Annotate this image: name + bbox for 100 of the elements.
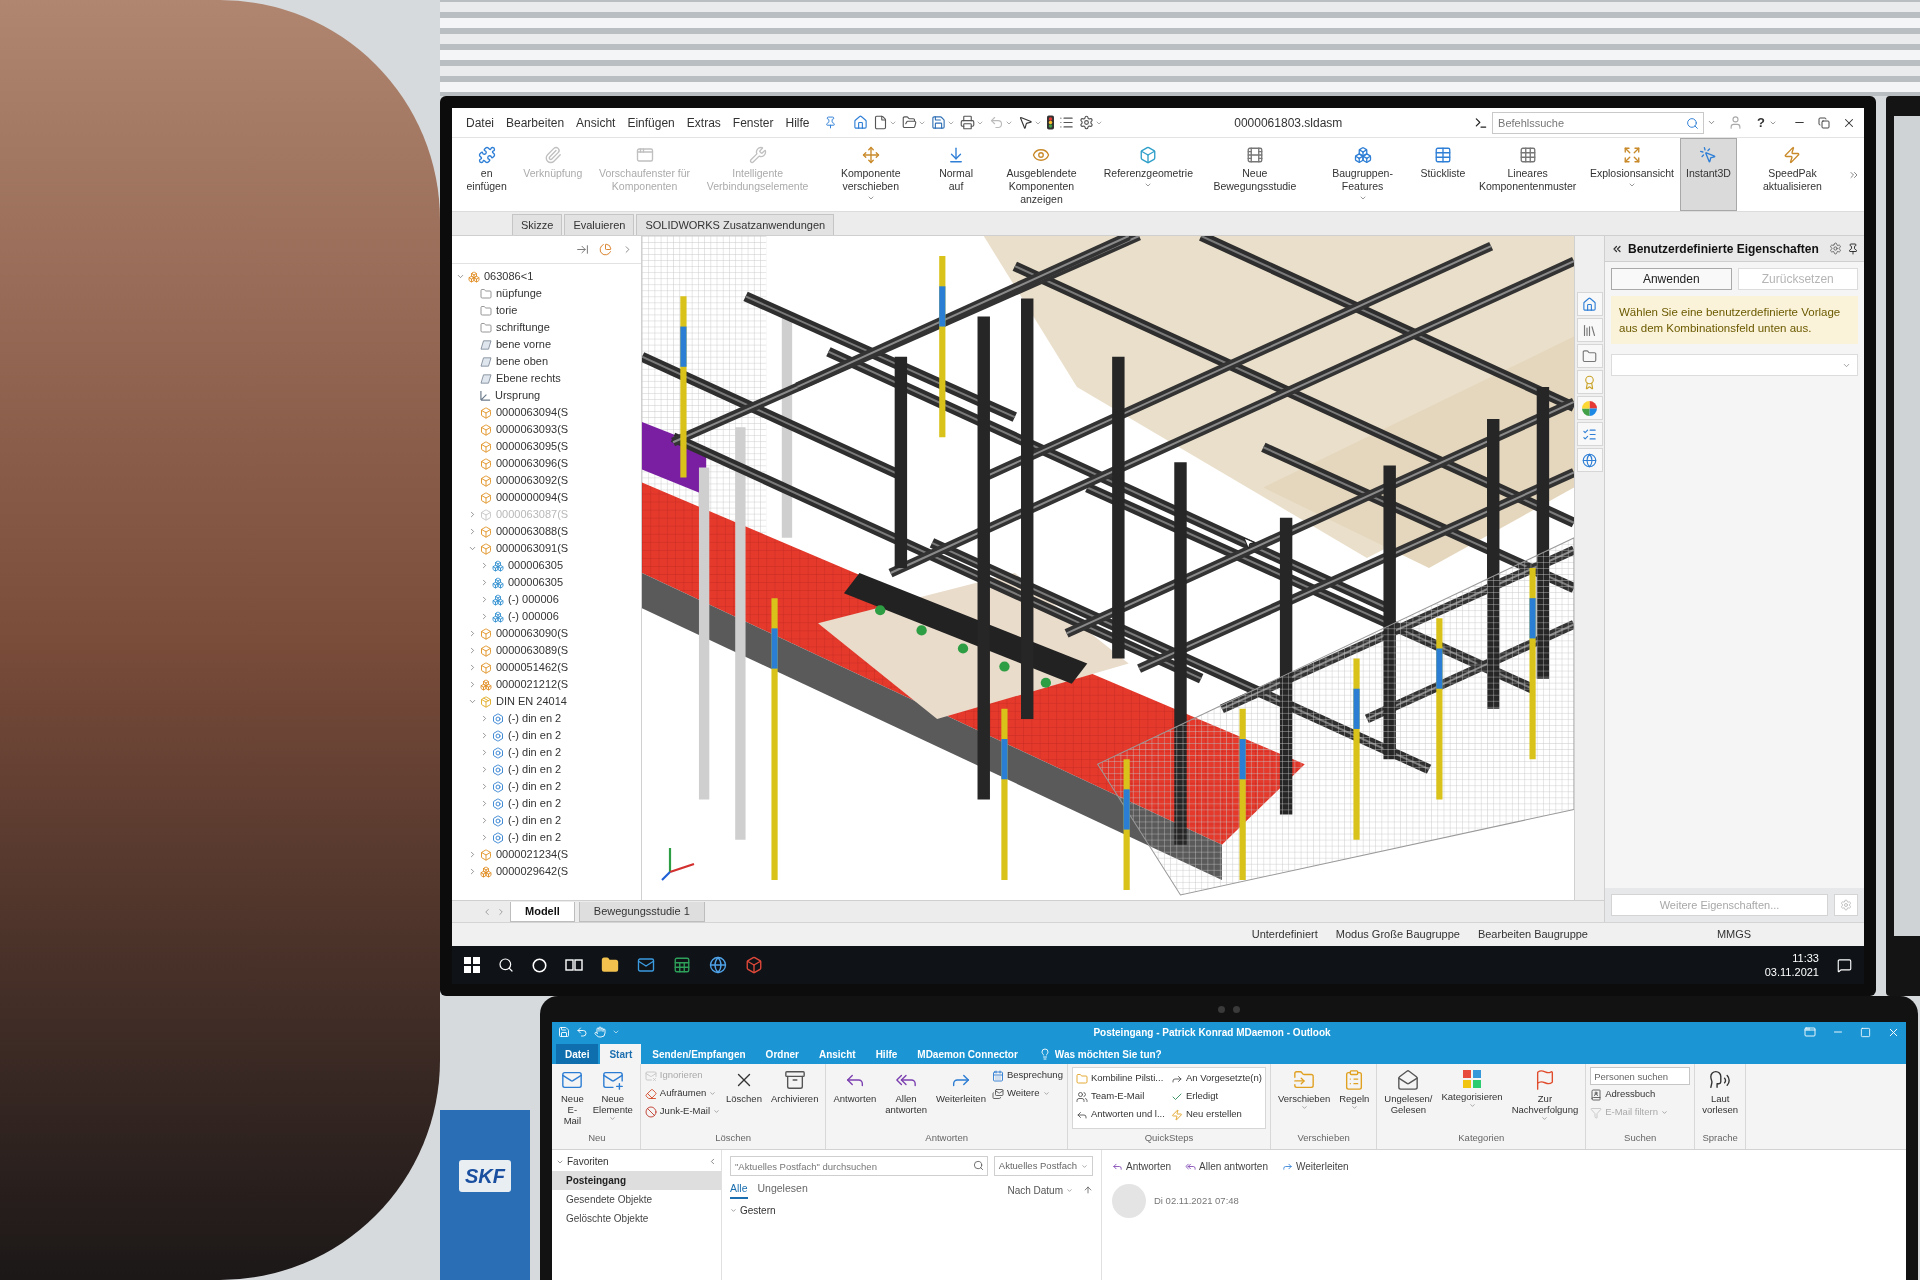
folder-item[interactable]: Gesendete Objekte (552, 1190, 721, 1209)
tree-item[interactable]: 000006305 (492, 574, 564, 591)
task-pane-button[interactable] (1576, 370, 1603, 394)
caret-right-icon[interactable] (480, 799, 489, 808)
caret-right-icon[interactable] (480, 748, 489, 757)
caret-right-icon[interactable] (480, 561, 489, 570)
caret-right-icon[interactable] (480, 765, 489, 774)
scope-dropdown[interactable]: Aktuelles Postfach (993, 1156, 1093, 1176)
ribbon-button[interactable]: Ungelesen/ Gelesen (1381, 1067, 1436, 1115)
folder-item[interactable]: Posteingang (552, 1171, 721, 1190)
tree-item[interactable]: 0000063088(S (480, 523, 569, 540)
window-icon[interactable] (1804, 1026, 1816, 1038)
ribbon-button[interactable]: en einfügen (456, 138, 518, 211)
tree-item[interactable]: 0000063093(S (480, 421, 569, 438)
tree-item[interactable]: 0000063096(S (480, 455, 569, 472)
ribbon-button[interactable]: Erledigt (1170, 1088, 1262, 1105)
list-icon[interactable] (1058, 115, 1074, 130)
ribbon-button[interactable]: Junk-E-Mail (644, 1103, 720, 1120)
ribbon-button[interactable]: Referenzgeometrie (1097, 138, 1200, 211)
filter-tab[interactable]: Alle (730, 1181, 748, 1199)
menu-item[interactable]: Fenster (726, 111, 780, 134)
ribbon-button[interactable]: Team-E-Mail (1075, 1088, 1165, 1105)
caret-right-icon[interactable] (468, 527, 477, 536)
reading-action-button[interactable]: Weiterleiten (1281, 1158, 1349, 1174)
tree-item[interactable]: Ursprung (480, 387, 541, 404)
folder-icon[interactable] (901, 115, 917, 130)
ribbon-button[interactable]: Stückliste (1414, 138, 1472, 211)
ribbon-button[interactable]: Zur Nachverfolgung (1508, 1067, 1582, 1122)
menu-item[interactable]: Bearbeiten (500, 111, 571, 134)
caret-right-icon[interactable] (480, 816, 489, 825)
task-pane-button[interactable] (1576, 448, 1603, 472)
tree-item[interactable]: (-) din en 2 (492, 812, 562, 829)
ribbon-button[interactable]: Kategorisieren (1438, 1067, 1506, 1109)
menu-item[interactable]: Datei (460, 111, 500, 134)
folder-group-header[interactable]: Favoriten (567, 1154, 609, 1169)
tree-item[interactable]: (-) din en 2 (492, 761, 562, 778)
tree-item[interactable]: 0000029642(S (480, 863, 569, 880)
tree-item[interactable]: Ebene rechts (480, 370, 561, 387)
tree-item[interactable]: 0000021234(S (480, 846, 569, 863)
model-tab[interactable]: Modell (510, 901, 575, 922)
ribbon-button[interactable]: Antworten (830, 1067, 880, 1104)
caret-right-icon[interactable] (468, 867, 477, 876)
mail-icon[interactable] (637, 956, 655, 974)
pie-chart-icon[interactable] (599, 243, 612, 256)
ribbon-button[interactable]: Laut vorlesen (1699, 1067, 1742, 1115)
ribbon-tab[interactable]: Datei (556, 1044, 599, 1064)
caret-down-icon[interactable] (468, 697, 477, 706)
caret-right-icon[interactable] (468, 850, 477, 859)
hand-icon[interactable] (594, 1026, 606, 1038)
caret-icon[interactable] (1707, 118, 1717, 127)
task-pane-button[interactable] (1576, 422, 1603, 446)
caret-right-icon[interactable] (480, 731, 489, 740)
ribbon-button[interactable]: Aufräumen (644, 1085, 720, 1102)
ribbon-button[interactable]: Neu erstellen (1170, 1106, 1262, 1123)
ribbon-button[interactable]: Neue Bewegungsstudie (1199, 138, 1311, 211)
tree-item[interactable]: (-) 000006 (492, 608, 559, 625)
tree-item[interactable]: 0000063094(S (480, 404, 569, 421)
ribbon-button[interactable]: Baugruppen-Features (1310, 138, 1415, 211)
message-icon[interactable] (1837, 957, 1852, 973)
tree-item[interactable]: (-) 000006 (492, 591, 559, 608)
tree-item[interactable]: nüpfunge (480, 285, 542, 302)
cube-icon[interactable] (745, 956, 763, 974)
command-tab[interactable]: Evaluieren (564, 214, 635, 235)
filter-tab[interactable]: Ungelesen (757, 1181, 808, 1199)
caret-right-icon[interactable] (480, 833, 489, 842)
command-tab[interactable]: SOLIDWORKS Zusatzanwendungen (636, 214, 835, 235)
caret-right-icon[interactable] (480, 714, 489, 723)
command-search-field[interactable]: Befehlssuche (1492, 111, 1705, 134)
task-view-icon[interactable] (565, 958, 583, 972)
pin-icon[interactable] (1846, 242, 1859, 255)
ribbon-button[interactable]: Explosionsansicht (1583, 138, 1680, 211)
ribbon-button[interactable]: Antworten und l... (1075, 1106, 1165, 1123)
tree-item[interactable]: (-) din en 2 (492, 778, 562, 795)
caret-right-icon[interactable] (480, 595, 489, 604)
ribbon-button[interactable]: Besprechung (991, 1067, 1063, 1084)
caret-right-icon[interactable] (480, 578, 489, 587)
caret-icon[interactable] (612, 1028, 620, 1036)
tree-item[interactable]: 000006305 (492, 557, 564, 574)
ribbon-button[interactable]: Weiterleiten (932, 1067, 989, 1104)
tree-item[interactable]: 0000063090(S (480, 625, 569, 642)
caret-right-icon[interactable] (480, 612, 489, 621)
mail-search-field[interactable]: "Aktuelles Postfach" durchsuchen (730, 1156, 988, 1176)
maximize-icon[interactable] (1860, 1026, 1871, 1038)
search-icon[interactable] (498, 957, 514, 973)
tree-item[interactable]: (-) din en 2 (492, 744, 562, 761)
panel-button[interactable]: Anwenden (1611, 268, 1732, 290)
house-icon[interactable] (852, 115, 868, 130)
tree-item[interactable]: torie (480, 302, 518, 319)
tree-item[interactable]: bene vorne (480, 336, 552, 353)
tree-item[interactable]: 0000063089(S (480, 642, 569, 659)
restore-icon[interactable] (1818, 116, 1830, 129)
ribbon-button[interactable]: Löschen (723, 1067, 765, 1104)
tree-item[interactable]: 0000021212(S (480, 676, 569, 693)
globe-icon[interactable] (709, 956, 727, 974)
template-dropdown[interactable] (1611, 354, 1858, 376)
tree-item[interactable]: (-) din en 2 (492, 795, 562, 812)
tree-item[interactable]: 0000051462(S (480, 659, 569, 676)
ribbon-button[interactable]: Komponente verschieben (814, 138, 927, 211)
ribbon-button[interactable]: SpeedPak aktualisieren (1736, 138, 1849, 211)
reading-action-button[interactable]: Antworten (1112, 1158, 1172, 1174)
